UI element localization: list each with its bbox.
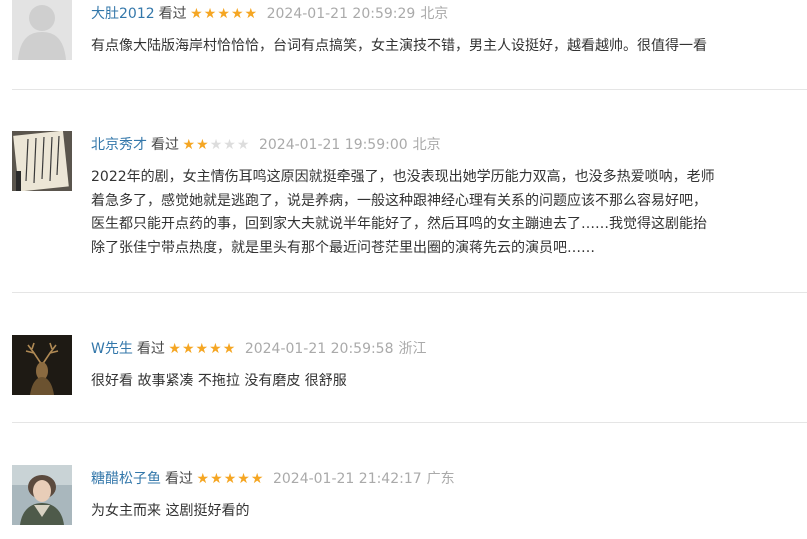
comment-time: 2024-01-21 21:42:17: [272, 471, 422, 487]
star-icon: ★: [250, 471, 264, 487]
avatar-default[interactable]: [12, 0, 72, 60]
star-icon: ★: [182, 137, 196, 153]
comment-line: 有点像大陆版海岸村恰恰恰，台词有点搞笑，女主演技不错，男主人设挺好，越看越帅。很…: [91, 38, 707, 54]
comment-username[interactable]: 大肚2012: [91, 3, 155, 25]
comment-text: 有点像大陆版海岸村恰恰恰，台词有点搞笑，女主演技不错，男主人设挺好，越看越帅。很…: [91, 35, 807, 59]
comment-location: 北京: [412, 137, 441, 153]
comment-text: 2022年的剧，女主情伤耳鸣这原因就挺牵强了，也没表现出她学历能力双高，也没多热…: [91, 166, 807, 260]
comment-line: 为女主而来 这剧挺好看的: [91, 503, 250, 519]
star-icon: ★: [190, 6, 203, 22]
star-icon: ★: [209, 137, 223, 153]
comment-meta: W先生 看过 ★ ★ ★ ★ ★ 2024-01-21 20:59:58 浙江: [91, 338, 427, 360]
comment-line: 除了张佳宁带点热度，就是里头有那个最近问苍茫里出圈的演蒋先云的演员吧……: [91, 239, 595, 256]
deer-avatar-image: [12, 335, 72, 395]
watch-status: 看过: [136, 341, 165, 357]
star-icon: ★: [237, 471, 250, 487]
comment-username[interactable]: 北京秀才: [91, 134, 147, 156]
default-avatar-icon: [12, 0, 72, 60]
avatar-portrait[interactable]: [12, 465, 72, 525]
rating-stars: ★ ★ ★ ★ ★: [168, 342, 236, 356]
star-icon: ★: [210, 471, 223, 487]
comment-line: 很好看 故事紧凑 不拖拉 没有磨皮 很舒服: [91, 373, 347, 389]
comment-meta: 糖醋松子鱼 看过 ★ ★ ★ ★ ★ 2024-01-21 21:42:17 广…: [91, 468, 455, 490]
star-icon: ★: [244, 6, 258, 22]
star-icon: ★: [168, 341, 181, 357]
star-icon: ★: [195, 341, 209, 357]
comment-time: 2024-01-21 19:59:00: [258, 137, 408, 153]
star-icon: ★: [203, 6, 217, 22]
comment-username[interactable]: 糖醋松子鱼: [91, 468, 161, 490]
comment-username[interactable]: W先生: [91, 338, 133, 360]
watch-status: 看过: [151, 137, 179, 153]
portrait-avatar-image: [12, 465, 72, 525]
star-icon: ★: [223, 137, 236, 153]
comment-location: 广东: [426, 471, 455, 487]
avatar-calligraphy[interactable]: [12, 131, 72, 191]
star-icon: ★: [196, 137, 209, 153]
avatar-deer[interactable]: [12, 335, 72, 395]
rating-stars: ★ ★ ★ ★ ★: [196, 472, 264, 486]
star-icon: ★: [236, 137, 250, 153]
comment-line: 医生都只能开点药的事，回到家大夫就说半年能好了，然后耳鸣的女主蹦迪去了……我觉得…: [91, 216, 707, 232]
star-icon: ★: [196, 471, 210, 487]
star-icon: ★: [217, 6, 230, 22]
star-icon: ★: [230, 6, 244, 22]
comment-line: 着急多了，感觉她就是逃跑了，说是养病，一般这种跟神经心理有关系的问题应该不那么容…: [91, 192, 707, 209]
comment-meta: 北京秀才 看过 ★ ★ ★ ★ ★ 2024-01-21 19:59:00 北京: [91, 134, 441, 156]
comment-time: 2024-01-21 20:59:29: [266, 6, 416, 22]
calligraphy-avatar-image: [12, 131, 72, 191]
divider: [12, 89, 807, 90]
comment-text: 很好看 故事紧凑 不拖拉 没有磨皮 很舒服: [91, 370, 807, 394]
divider: [12, 292, 807, 293]
comment-meta: 大肚2012 看过 ★ ★ ★ ★ ★ 2024-01-21 20:59:29 …: [91, 3, 448, 25]
comment-time: 2024-01-21 20:59:58: [244, 341, 394, 357]
rating-stars: ★ ★ ★ ★ ★: [190, 7, 258, 21]
rating-stars: ★ ★ ★ ★ ★: [182, 138, 250, 152]
comment-location: 浙江: [398, 341, 427, 357]
watch-status: 看过: [158, 6, 187, 22]
watch-status: 看过: [165, 471, 193, 487]
comment-location: 北京: [420, 6, 449, 22]
star-icon: ★: [209, 341, 222, 357]
star-icon: ★: [223, 471, 237, 487]
comment-line: 2022年的剧，女主情伤耳鸣这原因就挺牵强了，也没表现出她学历能力双高，也没多热…: [91, 169, 715, 185]
comment-text: 为女主而来 这剧挺好看的: [91, 500, 807, 524]
star-icon: ★: [181, 341, 195, 357]
star-icon: ★: [222, 341, 236, 357]
divider: [12, 422, 807, 423]
